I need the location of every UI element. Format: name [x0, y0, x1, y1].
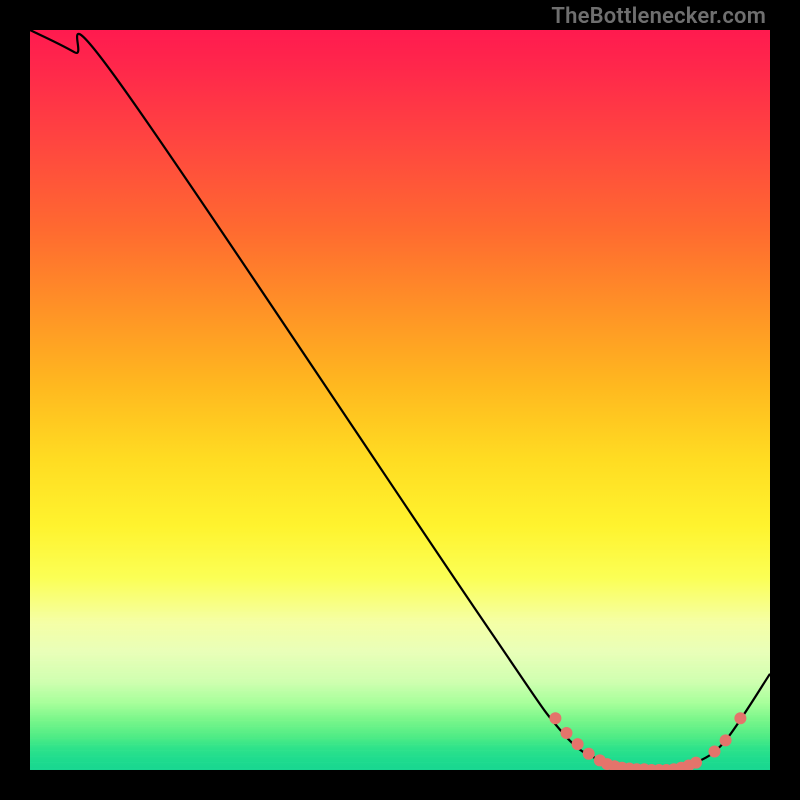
data-point [653, 764, 665, 770]
data-point [623, 763, 635, 770]
data-point [668, 763, 680, 770]
data-point [572, 738, 584, 750]
data-point [720, 734, 732, 746]
data-point [683, 760, 695, 770]
data-point [549, 712, 561, 724]
data-point [601, 758, 613, 770]
curve-path [30, 30, 770, 770]
data-point [609, 760, 621, 770]
data-point [690, 757, 702, 769]
data-point [594, 754, 606, 766]
data-point [561, 727, 573, 739]
curve-dots-group [549, 712, 746, 770]
data-point [709, 746, 721, 758]
gradient-stripes [30, 607, 770, 770]
data-point [675, 762, 687, 770]
watermark-text: TheBottlenecker.com [551, 6, 766, 28]
data-point [638, 763, 650, 770]
data-point [660, 764, 672, 770]
data-point [631, 763, 643, 770]
data-point [616, 762, 628, 770]
chart-panel [30, 30, 770, 770]
curve-svg [30, 30, 770, 770]
data-point [646, 764, 658, 770]
data-point [583, 748, 595, 760]
data-point [734, 712, 746, 724]
